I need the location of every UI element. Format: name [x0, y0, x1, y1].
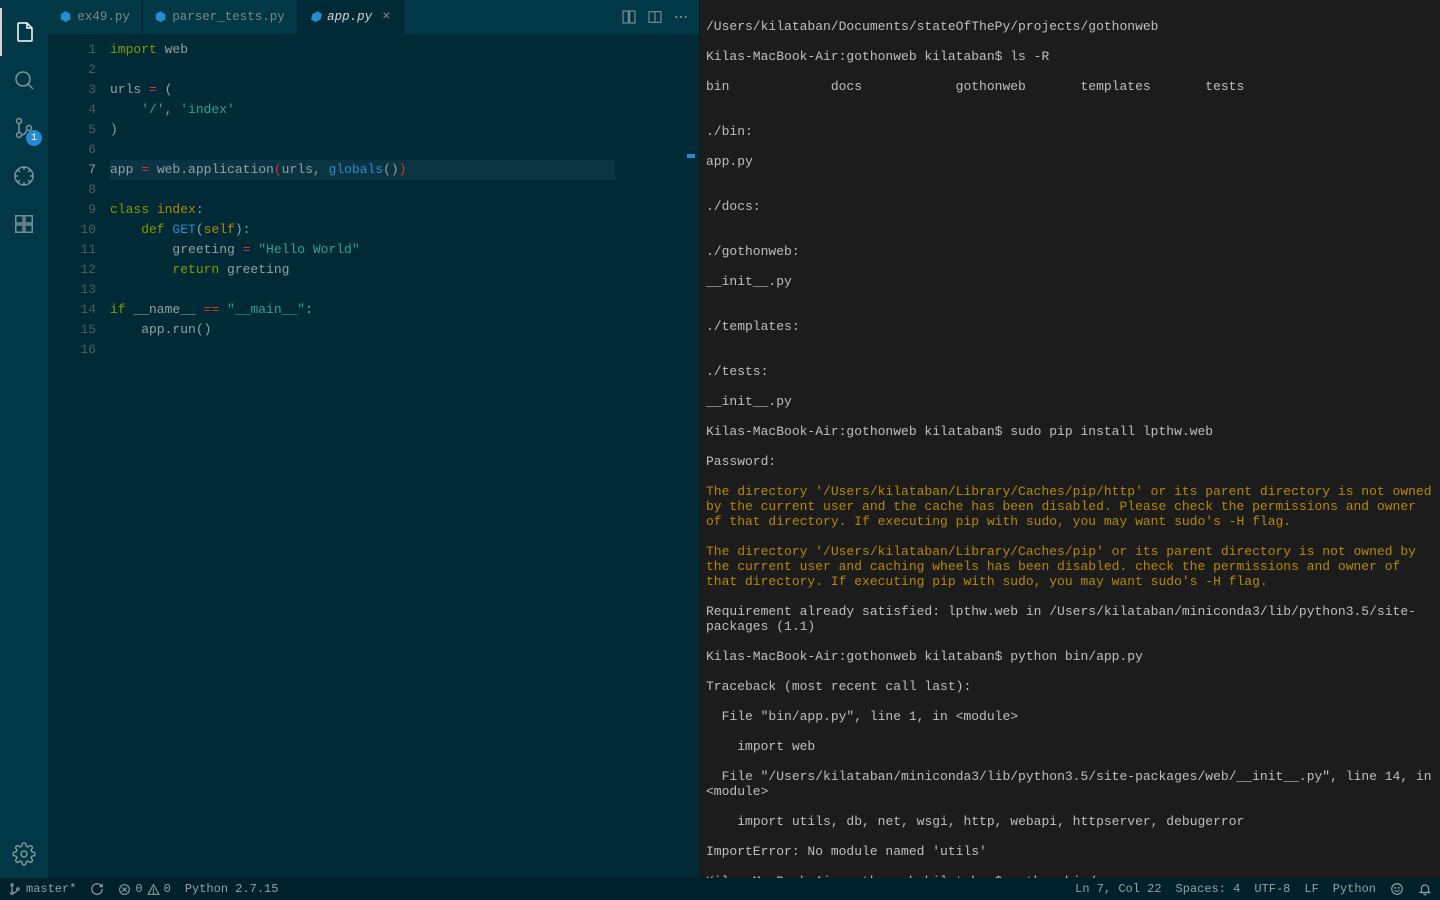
tab-label: parser_tests.py [172, 10, 285, 24]
split-editor-icon[interactable] [647, 9, 663, 25]
tab-actions [611, 0, 699, 34]
terminal-panel[interactable]: /Users/kilataban/Documents/stateOfThePy/… [700, 0, 1440, 878]
tab-ex49[interactable]: ⬢ ex49.py [48, 0, 143, 34]
problems[interactable]: 0 0 [118, 882, 170, 896]
indentation[interactable]: Spaces: 4 [1176, 882, 1241, 896]
sync-icon[interactable] [90, 882, 104, 896]
tab-bar: ⬢ ex49.py ⬢ parser_tests.py ⬢ app.py × [48, 0, 699, 34]
compare-changes-icon[interactable] [621, 9, 637, 25]
tab-app[interactable]: ⬢ app.py × [298, 0, 404, 34]
tab-label: app.py [327, 10, 372, 24]
code-area[interactable]: import web urls = ( '/', 'index' ) app =… [104, 34, 615, 878]
minimap[interactable] [615, 34, 685, 878]
line-gutter: 1 2 3 4 5 6 7 8 9 10 11 12 13 14 15 16 [48, 34, 104, 878]
tab-parser-tests[interactable]: ⬢ parser_tests.py [143, 0, 298, 34]
main-area: 1 ⬢ ex49.py ⬢ parser_tests.py ⬢ app.py [0, 0, 1440, 878]
activity-bar: 1 [0, 0, 48, 878]
notifications-icon[interactable] [1418, 882, 1432, 896]
debug-icon[interactable] [0, 152, 48, 200]
more-actions-icon[interactable] [673, 9, 689, 25]
python-file-icon: ⬢ [155, 10, 166, 25]
cursor-position[interactable]: Ln 7, Col 22 [1075, 882, 1161, 896]
overview-ruler[interactable] [685, 34, 699, 878]
python-file-icon: ⬢ [310, 10, 321, 25]
feedback-icon[interactable] [1390, 882, 1404, 896]
extensions-icon[interactable] [0, 200, 48, 248]
python-file-icon: ⬢ [60, 10, 71, 25]
status-bar: master* 0 0 Python 2.7.15 Ln 7, Col 22 S… [0, 878, 1440, 900]
explorer-icon[interactable] [0, 8, 48, 56]
source-control-icon[interactable]: 1 [0, 104, 48, 152]
git-branch[interactable]: master* [8, 882, 76, 896]
scm-badge: 1 [26, 130, 42, 146]
editor-group: ⬢ ex49.py ⬢ parser_tests.py ⬢ app.py × [48, 0, 700, 878]
editor-body[interactable]: 1 2 3 4 5 6 7 8 9 10 11 12 13 14 15 16 i… [48, 34, 699, 878]
tab-label: ex49.py [77, 10, 130, 24]
python-version[interactable]: Python 2.7.15 [185, 882, 279, 896]
encoding[interactable]: UTF-8 [1254, 882, 1290, 896]
language-mode[interactable]: Python [1333, 882, 1376, 896]
eol[interactable]: LF [1304, 882, 1318, 896]
settings-gear-icon[interactable] [0, 830, 48, 878]
close-icon[interactable]: × [382, 9, 390, 25]
search-icon[interactable] [0, 56, 48, 104]
